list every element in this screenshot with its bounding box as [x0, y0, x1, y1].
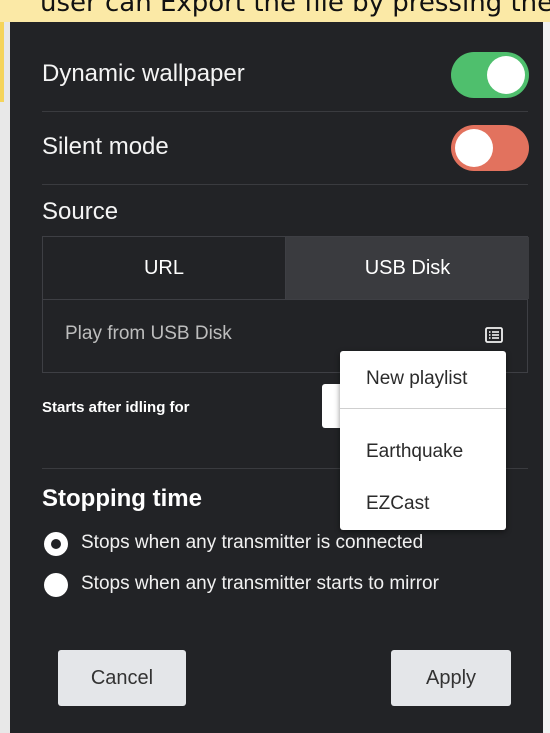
stopping-time-title: Stopping time: [42, 485, 202, 512]
apply-button[interactable]: Apply: [391, 650, 511, 706]
idle-label: Starts after idling for: [42, 399, 190, 416]
background-caption: user can Export the file by pressing the: [0, 0, 550, 22]
playlist-dropdown: New playlist Earthquake EZCast: [340, 351, 506, 530]
usb-source-label: Play from USB Disk: [65, 323, 232, 344]
dynamic-wallpaper-label: Dynamic wallpaper: [42, 60, 245, 87]
radio-stop-mirror-label: Stops when any transmitter starts to mir…: [81, 573, 439, 594]
background-right-edge: [543, 22, 550, 733]
radio-stop-connected-label: Stops when any transmitter is connected: [81, 532, 424, 553]
background-left-edge: [0, 22, 10, 733]
dropdown-divider: [340, 408, 506, 409]
settings-dialog: Dynamic wallpaper Silent mode Source URL…: [10, 22, 543, 733]
dropdown-item-ezcast[interactable]: EZCast: [366, 493, 429, 515]
tab-url[interactable]: URL: [43, 237, 286, 299]
dropdown-item-new-playlist[interactable]: New playlist: [366, 368, 467, 390]
radio-stop-connected[interactable]: [44, 532, 68, 556]
toggle-knob: [455, 129, 493, 167]
dropdown-item-earthquake[interactable]: Earthquake: [366, 441, 463, 463]
silent-mode-label: Silent mode: [42, 133, 169, 160]
divider: [42, 184, 528, 185]
divider: [43, 299, 527, 300]
divider: [42, 111, 528, 112]
cancel-button[interactable]: Cancel: [58, 650, 186, 706]
highlight-stripe: [0, 22, 4, 102]
source-title: Source: [42, 198, 119, 225]
caption-text: user can Export the file by pressing the: [40, 0, 550, 18]
playlist-icon[interactable]: [485, 327, 503, 343]
silent-mode-toggle[interactable]: [451, 125, 529, 171]
tab-usb-disk[interactable]: USB Disk: [286, 237, 529, 299]
radio-stop-mirror[interactable]: [44, 573, 68, 597]
dynamic-wallpaper-toggle[interactable]: [451, 52, 529, 98]
toggle-knob: [487, 56, 525, 94]
